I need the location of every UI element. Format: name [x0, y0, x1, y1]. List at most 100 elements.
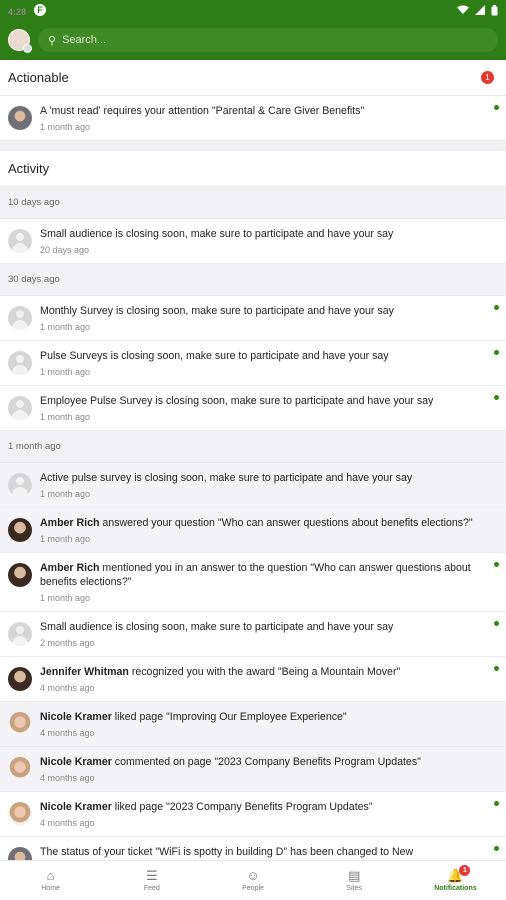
- nav-label-notifications: Notifications: [434, 885, 477, 892]
- notification-text: Active pulse survey is closing soon, mak…: [40, 472, 413, 484]
- avatar: [8, 473, 32, 497]
- nav-item-home[interactable]: ⌂ Home: [0, 861, 101, 900]
- notification-item[interactable]: A 'must read' requires your attention "P…: [0, 96, 506, 141]
- app-notification-icon: F: [34, 4, 47, 16]
- section-divider: [0, 141, 506, 151]
- notification-item[interactable]: Nicole Kramer commented on page "2023 Co…: [0, 747, 506, 792]
- notification-item[interactable]: Monthly Survey is closing soon, make sur…: [0, 296, 506, 341]
- actor-name[interactable]: Amber Rich: [40, 562, 99, 574]
- avatar: [8, 622, 32, 646]
- notification-message: Nicole Kramer liked page "Improving Our …: [40, 710, 486, 724]
- search-icon: ⚲: [48, 34, 57, 47]
- notification-message: Small audience is closing soon, make sur…: [40, 620, 486, 634]
- unread-indicator: [494, 562, 499, 567]
- actionable-items: A 'must read' requires your attention "P…: [0, 96, 506, 141]
- nav-label-sites: Sites: [346, 885, 362, 892]
- bottom-navigation: ⌂ Home ☰ Feed ☺ People ▤ Sites 🔔 Notifications 1: [0, 860, 506, 900]
- date-group-label: 1 month ago: [0, 431, 506, 463]
- notification-message: Nicole Kramer liked page "2023 Company B…: [40, 800, 486, 814]
- notification-time: 1 month ago: [40, 534, 91, 544]
- notification-item[interactable]: Jennifer Whitman recognized you with the…: [0, 657, 506, 702]
- notification-item[interactable]: The status of your ticket "WiFi is spott…: [0, 837, 506, 860]
- notifications-list[interactable]: Actionable 1 A 'must read' requires your…: [0, 60, 506, 860]
- activity-header: Activity: [0, 151, 506, 187]
- nav-badge: 1: [459, 865, 471, 876]
- actor-name[interactable]: Nicole Kramer: [40, 756, 112, 768]
- nav-label-people: People: [242, 885, 264, 892]
- notification-time: 2 months ago: [40, 638, 95, 648]
- notification-message: Jennifer Whitman recognized you with the…: [40, 665, 486, 679]
- avatar: [8, 712, 32, 736]
- avatar: [8, 106, 32, 130]
- avatar: [8, 847, 32, 860]
- notification-text: Employee Pulse Survey is closing soon, m…: [40, 395, 434, 407]
- profile-status-icon: [23, 44, 32, 53]
- nav-item-notifications[interactable]: 🔔 Notifications 1: [405, 861, 506, 900]
- nav-item-people[interactable]: ☺ People: [202, 861, 303, 900]
- notification-item[interactable]: Small audience is closing soon, make sur…: [0, 612, 506, 657]
- nav-label-home: Home: [41, 885, 60, 892]
- actor-name[interactable]: Nicole Kramer: [40, 711, 112, 723]
- notification-time: 4 months ago: [40, 683, 95, 693]
- notification-item[interactable]: Nicole Kramer liked page "2023 Company B…: [0, 792, 506, 837]
- notification-body: Amber Rich mentioned you in an answer to…: [40, 561, 486, 603]
- notification-message: Pulse Surveys is closing soon, make sure…: [40, 349, 486, 363]
- unread-indicator: [494, 801, 499, 806]
- notification-item[interactable]: Pulse Surveys is closing soon, make sure…: [0, 341, 506, 386]
- avatar: [8, 351, 32, 375]
- notification-message: Amber Rich answered your question "Who c…: [40, 516, 486, 530]
- nav-item-sites[interactable]: ▤ Sites: [304, 861, 405, 900]
- avatar: [8, 396, 32, 420]
- actor-name[interactable]: Nicole Kramer: [40, 801, 112, 813]
- feed-icon: ☰: [145, 868, 158, 883]
- notification-item[interactable]: Amber Rich answered your question "Who c…: [0, 508, 506, 553]
- notification-text: liked page "Improving Our Employee Exper…: [111, 711, 347, 723]
- unread-indicator: [494, 666, 499, 671]
- notification-time: 1 month ago: [40, 593, 91, 603]
- notification-item[interactable]: Employee Pulse Survey is closing soon, m…: [0, 386, 506, 431]
- notification-time: 1 month ago: [40, 122, 91, 132]
- notification-message: Nicole Kramer commented on page "2023 Co…: [40, 755, 486, 769]
- unread-indicator: [494, 395, 499, 400]
- profile-avatar[interactable]: [8, 29, 32, 53]
- notification-message: Monthly Survey is closing soon, make sur…: [40, 304, 486, 318]
- notification-body: Monthly Survey is closing soon, make sur…: [40, 304, 486, 332]
- notification-time: 1 month ago: [40, 412, 91, 422]
- notification-body: Jennifer Whitman recognized you with the…: [40, 665, 486, 693]
- notification-time: 1 month ago: [40, 489, 91, 499]
- signal-icon: [475, 5, 485, 15]
- notification-message: Small audience is closing soon, make sur…: [40, 227, 486, 241]
- notification-body: Active pulse survey is closing soon, mak…: [40, 471, 486, 499]
- date-group-label: 10 days ago: [0, 187, 506, 219]
- notification-body: The status of your ticket "WiFi is spott…: [40, 845, 486, 860]
- actionable-count-badge: 1: [481, 71, 494, 84]
- activity-title: Activity: [8, 161, 50, 176]
- notification-item[interactable]: Nicole Kramer liked page "Improving Our …: [0, 702, 506, 747]
- notification-body: Nicole Kramer liked page "2023 Company B…: [40, 800, 486, 828]
- avatar: [8, 229, 32, 253]
- notification-time: 1 month ago: [40, 367, 91, 377]
- notification-text: recognized you with the award "Being a M…: [128, 666, 401, 678]
- notification-text: A 'must read' requires your attention "P…: [40, 105, 365, 117]
- nav-item-feed[interactable]: ☰ Feed: [101, 861, 202, 900]
- people-icon: ☺: [246, 868, 260, 883]
- notification-text: commented on page "2023 Company Benefits…: [111, 756, 421, 768]
- actor-name[interactable]: Jennifer Whitman: [40, 666, 129, 678]
- notification-item[interactable]: Active pulse survey is closing soon, mak…: [0, 463, 506, 508]
- notification-item[interactable]: Amber Rich mentioned you in an answer to…: [0, 553, 506, 612]
- notification-body: Nicole Kramer commented on page "2023 Co…: [40, 755, 486, 783]
- unread-indicator: [494, 305, 499, 310]
- notification-time: 1 month ago: [40, 322, 91, 332]
- notification-text: Monthly Survey is closing soon, make sur…: [40, 305, 394, 317]
- actor-name[interactable]: Amber Rich: [40, 517, 99, 529]
- notification-time: 20 days ago: [40, 245, 90, 255]
- notification-body: Nicole Kramer liked page "Improving Our …: [40, 710, 486, 738]
- top-app-bar: ⚲ Search...: [0, 20, 506, 60]
- search-bar[interactable]: ⚲ Search...: [38, 28, 498, 52]
- notification-item[interactable]: Small audience is closing soon, make sur…: [0, 219, 506, 264]
- notification-message: Employee Pulse Survey is closing soon, m…: [40, 394, 486, 408]
- notification-time: 4 months ago: [40, 818, 95, 828]
- unread-indicator: [494, 846, 499, 851]
- avatar: [8, 802, 32, 826]
- nav-label-feed: Feed: [143, 885, 160, 892]
